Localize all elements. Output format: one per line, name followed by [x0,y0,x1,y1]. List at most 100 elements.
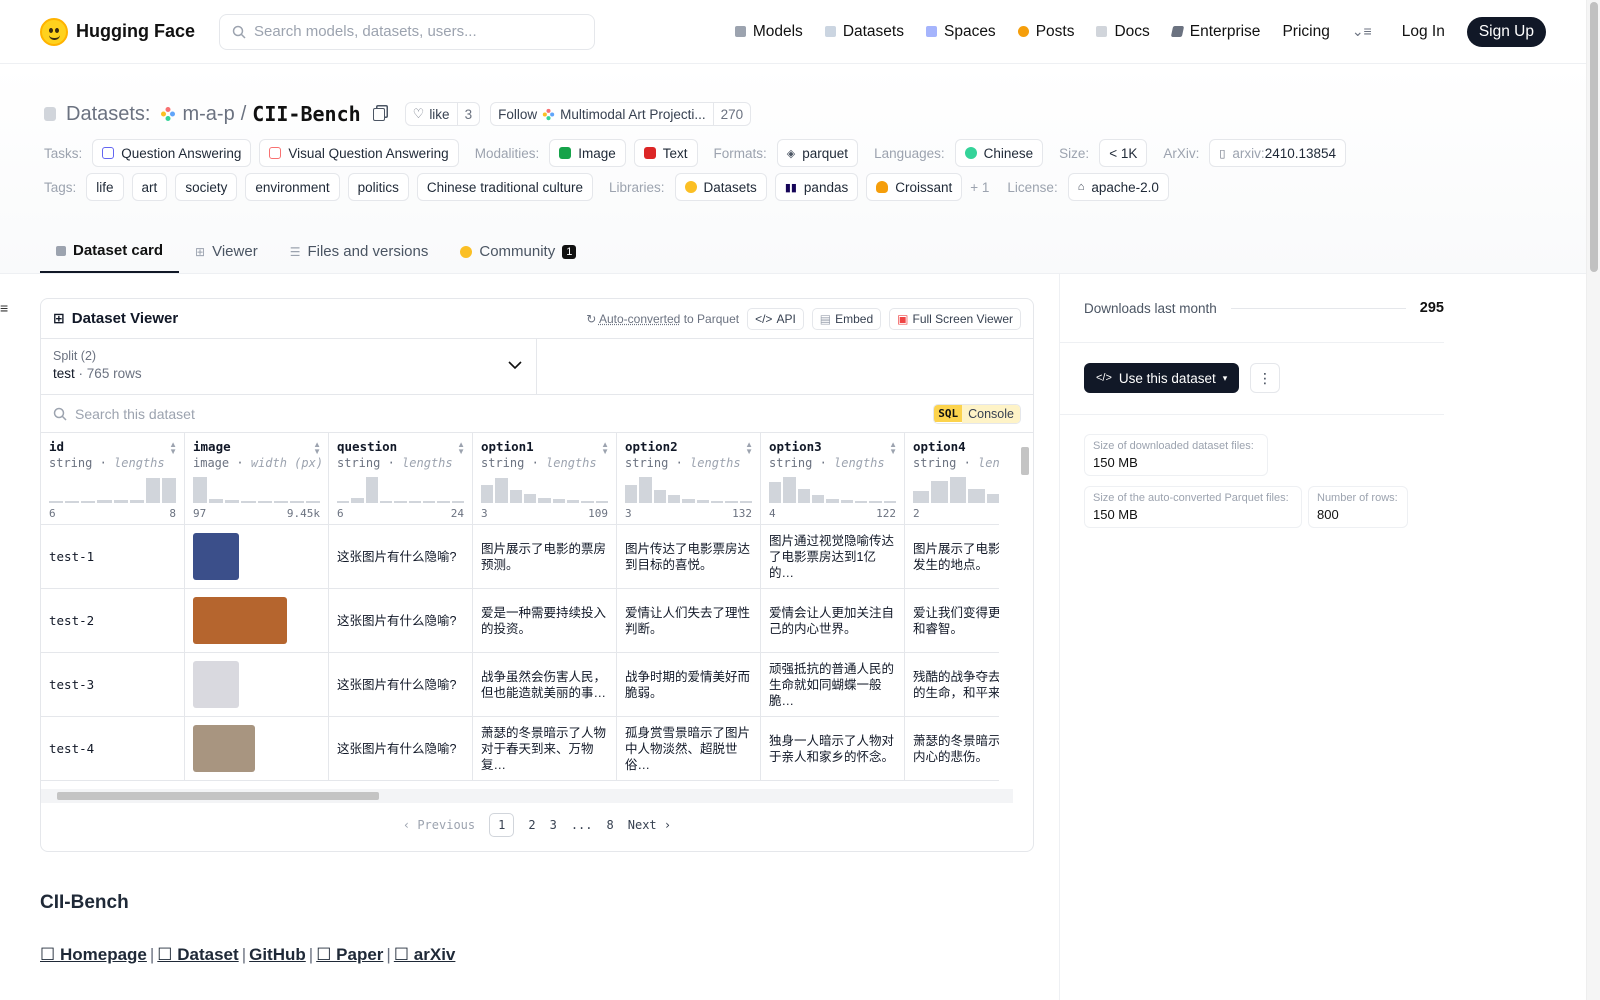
use-this-dataset-button[interactable]: </> Use this dataset ▾ [1084,363,1240,393]
histogram-bar[interactable] [408,501,421,503]
histogram-bar[interactable] [840,500,853,503]
cell-option1[interactable]: 爱是一种需要持续投入的投资。 [473,589,617,652]
histogram-bar[interactable] [710,501,724,503]
histogram-bar[interactable] [696,500,709,503]
cell-id[interactable]: test-3 [41,653,185,716]
histogram-bar[interactable] [337,501,350,503]
histogram-bar[interactable] [725,501,738,503]
sort-icon[interactable]: ▲ ▼ [169,441,177,456]
cell-option2[interactable]: 孤身赏雪景暗示了图片中人物淡然、超脱世俗… [617,717,761,780]
histogram-bar[interactable] [65,501,80,503]
histogram-bar[interactable] [495,478,508,503]
scrollbar-thumb[interactable] [1021,447,1029,475]
tag-chinese[interactable]: Chinese [954,139,1044,167]
cell-option1[interactable]: 图片展示了电影的票房预测。 [473,525,617,588]
histogram-bar[interactable] [566,500,580,503]
tag-lib-datasets[interactable]: Datasets [674,173,767,201]
cell-question[interactable]: 这张图片有什么隐喻? [329,653,473,716]
column-header-image[interactable]: image image · width (px) ▲ ▼ 97 9.45k [185,433,329,524]
page-1-button[interactable]: 1 [489,813,515,837]
cell-image[interactable] [185,525,329,588]
histogram-bar[interactable] [639,477,652,503]
histogram-bar[interactable] [365,477,378,503]
cell-option2[interactable]: 图片传达了电影票房达到目标的喜悦。 [617,525,761,588]
column-header-id[interactable]: id string · lengths ▲ ▼ 6 8 [41,433,185,524]
histogram-bar[interactable] [797,489,810,503]
split-select[interactable]: Split (2) test · 765 rows [41,339,537,394]
histogram-bar[interactable] [968,489,985,503]
cell-option4[interactable]: 残酷的战争夺去了人民的生命，和平来之不易 [905,653,999,716]
cell-image[interactable] [185,589,329,652]
datasets-breadcrumb[interactable]: Datasets: [66,103,150,126]
cell-id[interactable]: test-2 [41,589,185,652]
histogram-bar[interactable] [437,501,450,503]
histogram-bar[interactable] [682,499,695,503]
histogram-bar[interactable] [97,500,112,503]
cell-option3[interactable]: 独身一人暗示了人物对于亲人和家乡的怀念。 [761,717,905,780]
dataset-search-input[interactable]: Search this dataset SQL Console [41,395,1033,433]
nav-datasets[interactable]: Datasets [824,23,904,41]
cell-option2[interactable]: 战争时期的爱情美好而脆弱。 [617,653,761,716]
histogram-bar[interactable] [811,495,825,503]
tag-license[interactable]: ⌂ apache-2.0 [1067,173,1169,201]
histogram-bar[interactable] [49,501,64,503]
nav-enterprise[interactable]: Enterprise [1170,23,1260,41]
page-2-button[interactable]: 2 [528,818,535,832]
login-link[interactable]: Log In [1402,23,1445,41]
tag-visual-question-answering[interactable]: Visual Question Answering [259,139,459,167]
cell-image[interactable] [185,653,329,716]
tag-image[interactable]: Image [549,139,626,167]
column-header-option2[interactable]: option2 string · lengths ▲ ▼ 3 132 [617,433,761,524]
sort-icon[interactable]: ▲ ▼ [601,441,609,456]
histogram-bar[interactable] [209,499,224,503]
histogram-bar[interactable] [581,501,594,503]
tag-society[interactable]: society [175,173,238,201]
histogram-bar[interactable] [869,501,882,503]
cell-option3[interactable]: 顽强抵抗的普通人民的生命就如同蝴蝶一般脆… [761,653,905,716]
nav-spaces[interactable]: Spaces [925,23,996,41]
page-scrollbar-thumb[interactable] [1590,2,1598,272]
histogram-bar[interactable] [422,501,436,503]
page-scrollbar[interactable] [1586,0,1600,1000]
repo-name[interactable]: CII-Bench [252,102,360,126]
image-thumbnail[interactable] [193,661,239,708]
table-row[interactable]: test-4 这张图片有什么隐喻? 萧瑟的冬景暗示了人物对于春天到来、万物复… 孤身赏… [41,717,999,781]
histogram-bar[interactable] [509,490,522,503]
cell-option4[interactable]: 萧瑟的冬景暗示了人物内心的悲伤。 [905,717,999,780]
histogram-bar[interactable] [538,498,551,503]
sql-console-button[interactable]: SQL Console [933,403,1021,424]
column-header-option1[interactable]: option1 string · lengths ▲ ▼ 3 109 [473,433,617,524]
cell-option3[interactable]: 图片通过视觉隐喻传达了电影票房达到1亿的… [761,525,905,588]
histogram-bar[interactable] [289,501,304,503]
previous-page-button[interactable]: ‹ Previous [403,818,475,832]
tag-lib-croissant[interactable]: Croissant [866,173,963,201]
histogram-bar[interactable] [667,495,681,503]
tag-art[interactable]: art [131,173,168,201]
tag-politics[interactable]: politics [347,173,409,201]
tab-community[interactable]: Community 1 [444,242,592,273]
histogram-bar[interactable] [949,477,967,503]
histogram-bar[interactable] [113,500,128,503]
cell-option2[interactable]: 爱情让人们失去了理性判断。 [617,589,761,652]
histogram-bar[interactable] [129,500,144,503]
toc-toggle-icon[interactable]: ≡ [0,300,8,316]
histogram-bar[interactable] [625,485,638,503]
sort-icon[interactable]: ▲ ▼ [745,441,753,456]
histogram-bar[interactable] [225,500,240,503]
tag-text[interactable]: Text [633,139,698,167]
nav-posts[interactable]: Posts [1017,23,1074,41]
histogram-bar[interactable] [193,477,208,503]
histogram-bar[interactable] [451,501,464,503]
histogram-bar[interactable] [305,501,320,503]
histogram-bar[interactable] [161,478,176,503]
tab-dataset-card[interactable]: Dataset card [40,242,180,273]
histogram-bar[interactable] [145,478,160,503]
table-row[interactable]: test-1 这张图片有什么隐喻? 图片展示了电影的票房预测。 图片传达了电影票房达到… [41,525,999,589]
embed-button[interactable]: ▤ Embed [811,307,882,330]
histogram-bar[interactable] [913,491,930,503]
cell-question[interactable]: 这张图片有什么隐喻? [329,525,473,588]
column-header-question[interactable]: question string · lengths ▲ ▼ 6 24 [329,433,473,524]
histogram-bar[interactable] [379,501,393,503]
full-screen-viewer-button[interactable]: ▣ Full Screen Viewer [889,307,1021,330]
table-row[interactable]: test-2 这张图片有什么隐喻? 爱是一种需要持续投入的投资。 爱情让人们失去了理性… [41,589,999,653]
